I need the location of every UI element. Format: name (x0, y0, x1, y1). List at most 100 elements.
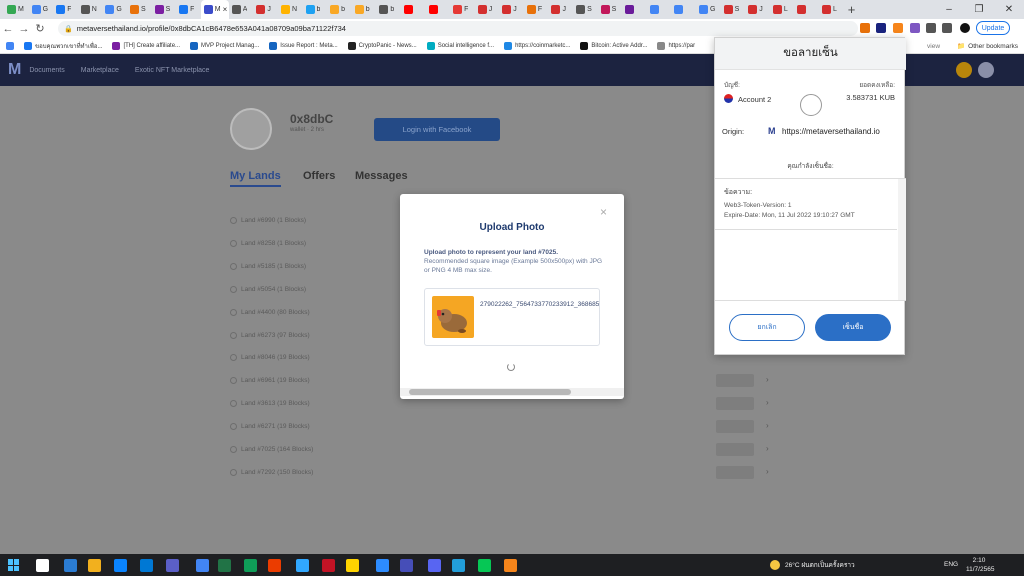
profile-avatar[interactable] (960, 23, 970, 33)
taskbar-app-icon[interactable] (376, 559, 389, 572)
browser-tab[interactable] (794, 0, 819, 19)
browser-tab[interactable]: A (229, 0, 254, 19)
land-row[interactable]: Land #3613 (19 Blocks) (230, 400, 310, 408)
browser-tab[interactable]: L (819, 0, 844, 19)
bookmark-item[interactable]: CryptoPanic - News... (347, 41, 417, 50)
browser-tab[interactable]: S (598, 0, 623, 19)
browser-tab[interactable]: G (29, 0, 54, 19)
user-icon[interactable] (978, 62, 994, 78)
land-row[interactable]: Land #6990 (1 Blocks) (230, 217, 306, 224)
taskbar-app-icon[interactable] (268, 559, 281, 572)
chevron-right-icon[interactable]: › (766, 421, 769, 430)
metamask-icon[interactable] (893, 23, 903, 33)
browser-tab[interactable]: S (573, 0, 598, 19)
browser-tab[interactable]: J (475, 0, 500, 19)
taskbar-app-icon[interactable] (88, 559, 101, 572)
browser-tab[interactable]: M × (200, 0, 229, 19)
taskbar-app-icon[interactable] (452, 559, 465, 572)
land-row[interactable]: Land #6961 (19 Blocks) (230, 377, 310, 385)
taskbar-app-icon[interactable] (346, 559, 359, 572)
address-bar[interactable]: 🔒 metaversethailand.io/profile/0x8dbCA1c… (58, 21, 858, 36)
site-logo[interactable]: M (8, 61, 21, 79)
browser-tab[interactable] (426, 0, 451, 19)
taskbar-app-icon[interactable] (428, 559, 441, 572)
browser-tab[interactable]: L (770, 0, 795, 19)
browser-tab[interactable]: G (696, 0, 721, 19)
tab-offers[interactable]: Offers (303, 170, 335, 182)
browser-tab[interactable]: N (278, 0, 303, 19)
coin-icon[interactable] (956, 62, 972, 78)
land-row[interactable]: Land #6271 (19 Blocks) (230, 423, 310, 431)
taskbar-app-icon[interactable] (478, 559, 491, 572)
land-row[interactable]: Land #7292 (150 Blocks) (230, 468, 313, 476)
sidepanel-icon[interactable] (942, 23, 952, 33)
apps-icon[interactable] (6, 41, 14, 50)
login-facebook-button[interactable]: Login with Facebook (374, 118, 500, 141)
extension-icon[interactable] (876, 23, 886, 33)
browser-tab[interactable]: b (352, 0, 377, 19)
chevron-right-icon[interactable]: › (766, 444, 769, 453)
taskbar-app-icon[interactable] (196, 559, 209, 572)
browser-tab[interactable]: F (176, 0, 201, 19)
horizontal-scrollbar[interactable] (400, 388, 624, 396)
forward-icon[interactable]: → (16, 23, 32, 35)
taskbar-app-icon[interactable] (114, 559, 127, 572)
browser-tab[interactable]: J (499, 0, 524, 19)
extension-icon[interactable] (860, 23, 870, 33)
bookmark-item[interactable]: Bitcoin: Active Addr... (580, 41, 647, 50)
bookmark-item[interactable]: Issue Report : Meta... (269, 41, 338, 50)
back-icon[interactable]: ← (0, 23, 16, 35)
land-action-button[interactable] (716, 465, 754, 479)
bookmark-item[interactable]: MVP Project Manag... (190, 41, 259, 50)
nav-exotic-marketplace[interactable]: Exotic NFT Marketplace (135, 67, 210, 74)
land-row[interactable]: Land #8046 (19 Blocks) (230, 354, 310, 362)
bookmark-item[interactable]: Social intelligence f... (426, 41, 494, 50)
update-button[interactable]: Update (976, 21, 1010, 35)
bookmark-item[interactable]: https://coinmarketc... (504, 41, 570, 50)
puzzle-icon[interactable] (926, 23, 936, 33)
bookmark-item[interactable]: https://par (657, 41, 695, 50)
land-row[interactable]: Land #5185 (1 Blocks) (230, 262, 306, 270)
land-action-button[interactable] (716, 374, 754, 388)
browser-tab[interactable]: b (327, 0, 352, 19)
taskbar-app-icon[interactable] (504, 559, 517, 572)
minimize-icon[interactable]: – (934, 0, 964, 19)
browser-tab[interactable]: J (745, 0, 770, 19)
browser-tab[interactable]: M (4, 0, 29, 19)
bookmark-item[interactable]: ขอบคุณพวกเขาที่ทำเพื่อ... (24, 41, 102, 51)
browser-tab[interactable] (401, 0, 426, 19)
tab-my-lands[interactable]: My Lands (230, 170, 281, 187)
scrollbar-thumb[interactable] (409, 389, 571, 395)
cancel-button[interactable]: ยกเลิก (729, 314, 805, 341)
taskbar-app-icon[interactable] (296, 559, 309, 572)
taskbar-app-icon[interactable] (36, 559, 49, 572)
browser-tab[interactable]: S (721, 0, 746, 19)
vertical-scrollbar[interactable] (898, 179, 906, 300)
close-window-icon[interactable]: ✕ (994, 0, 1024, 19)
taskbar-app-icon[interactable] (140, 559, 153, 572)
start-icon[interactable] (8, 559, 20, 571)
browser-tab[interactable]: b (303, 0, 328, 19)
browser-tab[interactable]: G (102, 0, 127, 19)
taskbar-app-icon[interactable] (64, 559, 77, 572)
weather-icon[interactable] (770, 560, 780, 570)
bookmark-item[interactable]: [TH] Create affiliate... (112, 41, 180, 50)
extension-icon[interactable] (910, 23, 920, 33)
nav-documents[interactable]: Documents (29, 67, 64, 74)
tab-messages[interactable]: Messages (355, 170, 408, 182)
browser-tab[interactable]: b (376, 0, 401, 19)
reload-icon[interactable]: ↻ (32, 22, 48, 35)
chevron-right-icon[interactable]: › (766, 375, 769, 384)
browser-tab[interactable]: N (78, 0, 103, 19)
browser-tab[interactable]: S (152, 0, 177, 19)
taskbar-app-icon[interactable] (322, 559, 335, 572)
browser-tab[interactable]: F (524, 0, 549, 19)
land-row[interactable]: Land #8258 (1 Blocks) (230, 239, 306, 247)
sign-button[interactable]: เซ็นชื่อ (815, 314, 891, 341)
clock[interactable]: 2:10 11/7/2565 (966, 556, 994, 574)
browser-tab[interactable]: F (450, 0, 475, 19)
land-action-button[interactable] (716, 443, 754, 456)
new-tab-icon[interactable]: + (844, 2, 860, 17)
browser-tab[interactable]: S (127, 0, 152, 19)
taskbar-app-icon[interactable] (244, 559, 257, 572)
